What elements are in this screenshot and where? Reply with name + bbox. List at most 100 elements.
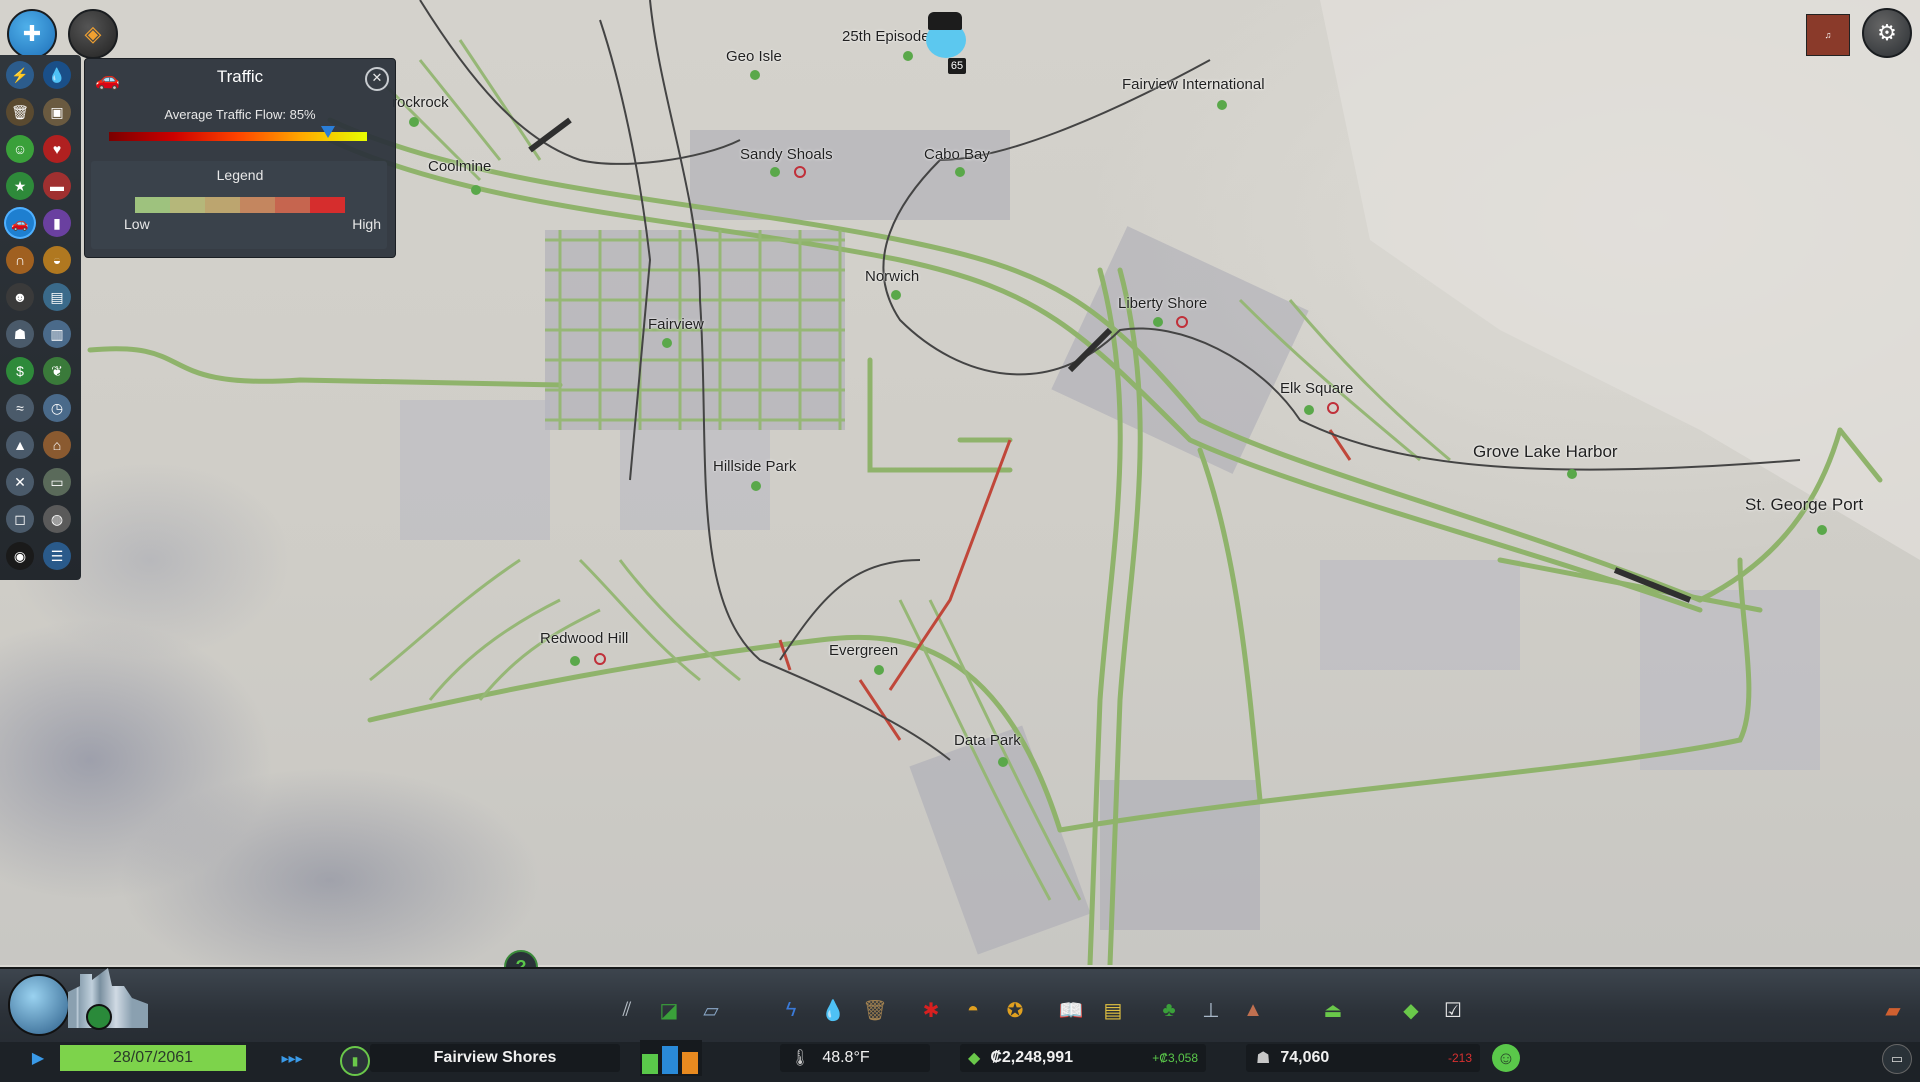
happiness-view-button[interactable]: ☺ [6,135,34,163]
policies-button[interactable]: ☑ [1438,995,1468,1025]
wrench-icon: ✕ [14,473,26,490]
parks-button[interactable]: ♣ [1154,995,1184,1025]
noise-view-button[interactable]: ∩ [6,246,34,274]
classics-radio-button[interactable]: ♫ [1806,14,1850,56]
pollution-view-button[interactable]: ▮ [43,209,71,237]
roads-button[interactable]: ⫽ [612,995,642,1025]
terrain-view-button[interactable]: ▲ [6,431,34,459]
wind-view-button[interactable]: ≈ [6,394,34,422]
money-text: ₡2,248,991 [990,1049,1074,1066]
terrain-icon: ▲ [1243,998,1263,1021]
city-name-button[interactable]: ▮ [340,1046,370,1076]
radio-coverage-view-button[interactable]: ◉ [6,542,34,570]
fire-helmet-icon: ◓ [966,998,980,1021]
land-value-view-button[interactable]: $ [6,357,34,385]
landscaping-button[interactable]: ▲ [1238,995,1268,1025]
average-traffic-flow-label: Average Traffic Flow: 85% [164,107,316,122]
money-icon: ◆ [1403,999,1419,1022]
public-transport-view-button[interactable]: ▤ [43,283,71,311]
close-button[interactable]: ✕ [365,67,389,91]
population-view-button[interactable]: ☗ [6,320,34,348]
traffic-view-button[interactable]: 🚗 [6,209,34,237]
district-label: Grove Lake Harbor [1473,442,1618,461]
zoning-button[interactable]: ◪ [654,995,684,1025]
temperature-text: 48.8°F [822,1049,870,1066]
monuments-button[interactable]: ⏏ [1318,995,1348,1025]
district-label: Hillside Park [713,458,797,475]
economy-button[interactable]: ◆ [1396,995,1426,1025]
heating-view-button[interactable]: ⌂ [43,431,71,459]
snow-view-button[interactable]: ◻ [6,505,34,533]
police-hat-icon: ◒ [52,252,62,268]
legend-title: Legend [216,167,264,183]
dollar-icon: $ [16,363,24,379]
police-button[interactable]: ✪ [1000,995,1030,1025]
education-view-button[interactable]: ▥ [43,320,71,348]
settings-button[interactable]: ⚙ [1862,8,1912,58]
garbage-view-button[interactable]: 🗑 [6,98,34,126]
book-icon: 📖 [1058,999,1084,1022]
unique-buildings-button[interactable]: ⊥ [1196,995,1226,1025]
road-maintenance-view-button[interactable]: ▭ [43,468,71,496]
maintenance-view-button[interactable]: ✕ [6,468,34,496]
natural-resources-view-button[interactable]: ❦ [43,357,71,385]
fire-safety-view-button[interactable]: ▬ [43,172,71,200]
population-change-text: -213 [1447,1051,1472,1065]
radio-icon: ♫ [1824,30,1832,40]
car-icon: 🚗 [11,214,29,231]
message-icon: ▭ [1890,1051,1904,1066]
leaf-icon: ❦ [51,362,63,379]
buildings-view-button[interactable]: ▣ [43,98,71,126]
checklist-icon: ☑ [1444,999,1462,1022]
lightning-icon: ⚡ [11,66,29,83]
plus-icon: ✚ [22,21,42,46]
legend-scale [135,197,345,213]
road-tool-button[interactable]: ◈ [68,9,118,59]
public-transport-button[interactable]: ▤ [1098,995,1128,1025]
chirper-bird-icon[interactable]: 65 [918,8,974,74]
city-name-field[interactable]: Fairview Shores [370,1044,620,1072]
escape-routes-view-button[interactable]: ☰ [43,542,71,570]
district-label: Coolmine [428,158,492,175]
disasters-view-button[interactable]: ◍ [43,505,71,533]
attractiveness-view-button[interactable]: ★ [6,172,34,200]
money-display[interactable]: ◆ ₡2,248,991 +₡3,058 [960,1044,1206,1072]
zoning-icon: ◪ [659,999,679,1022]
speed-button[interactable]: ▸▸▸ [274,1046,310,1070]
clock-icon: ◷ [50,399,64,416]
garbage-button[interactable]: 🗑 [860,995,890,1025]
legend-low-label: Low [124,216,150,232]
headphones-icon: ∩ [14,252,26,268]
electricity-view-button[interactable]: ⚡ [6,61,34,89]
chirper-count-badge: 65 [948,58,966,74]
healthcare-button[interactable]: ✱ [916,995,946,1025]
bus-icon: ▤ [1103,999,1123,1022]
rci-demand-meter[interactable] [640,1040,702,1076]
road-icon: ⫽ [622,998,632,1021]
education-button[interactable]: 📖 [1056,995,1086,1025]
water-view-button[interactable]: 💧 [43,61,71,89]
heart-icon: ♥ [52,141,62,157]
play-button[interactable]: ▶ [26,1046,50,1070]
police-view-button[interactable]: ◒ [43,246,71,274]
district-label: rockrock [392,94,449,111]
industrial-demand-bar [682,1052,698,1074]
chirper-toggle-button[interactable]: ▭ [1882,1044,1912,1074]
districts-button[interactable]: ▱ [696,995,726,1025]
crime-view-button[interactable]: ☻ [6,283,34,311]
health-view-button[interactable]: ♥ [43,135,71,163]
district-label: St. George Port [1745,495,1864,514]
fire-department-button[interactable]: ◓ [958,995,988,1025]
population-display[interactable]: ☗ 74,060 -213 [1246,1044,1480,1072]
residential-demand-bar [642,1054,658,1074]
time-view-button[interactable]: ◷ [43,394,71,422]
bulldozer-button[interactable]: ▰ [1878,995,1908,1025]
bulldozer-icon: ▰ [1885,999,1901,1022]
population-text: 74,060 [1280,1049,1330,1066]
happiness-indicator[interactable]: ☺ [1492,1044,1520,1072]
landmark-icon: ⏏ [1323,999,1343,1022]
water-button[interactable]: 💧 [818,995,848,1025]
electricity-button[interactable]: ϟ [776,995,806,1025]
city-info-button[interactable] [6,968,148,1036]
unlock-menu-button[interactable]: ✚ [7,9,57,59]
